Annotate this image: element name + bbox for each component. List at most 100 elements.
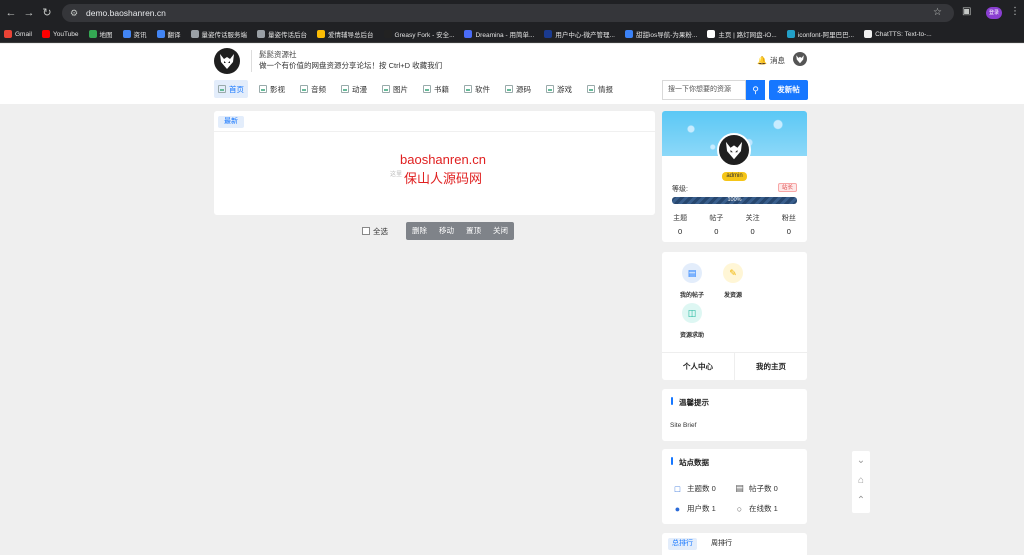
bookmark-label: Gmail <box>15 30 32 38</box>
post-resource-action[interactable]: ✎ 发资源 <box>713 263 753 299</box>
bookmark-item[interactable]: 甜甜ios导航-为果粉... <box>624 29 697 39</box>
section-accent-bar <box>671 397 673 405</box>
bookmark-favicon-icon <box>707 30 716 38</box>
batch-button-group: 删除 移动 置顶 关闭 <box>406 222 514 240</box>
bookmark-label: ChatTTS: Text-to-... <box>875 30 932 38</box>
user-avatar[interactable] <box>793 52 807 66</box>
bookmark-item[interactable]: 资讯 <box>122 29 147 39</box>
bookmark-item[interactable]: Gmail <box>4 30 32 38</box>
back-icon[interactable]: ← <box>4 6 18 20</box>
tips-title: 温馨提示 <box>679 398 709 407</box>
nav-item[interactable]: 首页 <box>214 80 248 98</box>
nav-item[interactable]: 影视 <box>255 80 289 98</box>
bookmark-favicon-icon <box>864 30 873 38</box>
level-label: 等级: <box>672 186 688 193</box>
delete-button[interactable]: 删除 <box>406 222 433 240</box>
person-outline-icon: ○ <box>736 503 743 514</box>
new-post-button[interactable]: 发新帖 <box>769 80 808 100</box>
username-badge: admin <box>722 172 747 181</box>
resource-request-label: 资源求助 <box>679 333 704 339</box>
profile-card: admin 等级: 站长 100% 主题 0 帖子 0 关注 0 粉丝 0 <box>662 111 807 242</box>
messages-label: 消息 <box>769 56 785 65</box>
bookmark-item[interactable]: ChatTTS: Text-to-... <box>864 30 932 38</box>
nav-item[interactable]: 软件 <box>460 80 494 98</box>
tab-latest[interactable]: 最新 <box>218 116 244 128</box>
personal-center-link[interactable]: 个人中心 <box>662 361 734 372</box>
extensions-icon[interactable]: ▣ <box>962 6 974 18</box>
messages-link[interactable]: 🔔 消息 <box>757 55 785 66</box>
bookmark-item[interactable]: iconfont-阿里巴巴... <box>786 29 855 39</box>
nav-item[interactable]: 音频 <box>296 80 330 98</box>
forward-icon[interactable]: → <box>22 6 36 20</box>
broken-image-icon <box>218 85 226 93</box>
stat-followers[interactable]: 粉丝 0 <box>771 213 807 236</box>
bookmark-favicon-icon <box>257 30 266 38</box>
stat-value: 0 <box>750 227 755 236</box>
bookmark-label: iconfont-阿里巴巴... <box>797 32 855 39</box>
bookmark-favicon-icon <box>786 30 795 38</box>
tab-total-ranking[interactable]: 总排行 <box>668 538 697 550</box>
my-home-link[interactable]: 我的主页 <box>735 361 807 372</box>
tab-week-ranking[interactable]: 周排行 <box>707 538 736 550</box>
site-logo[interactable] <box>214 48 240 74</box>
stat-topics[interactable]: 主题 0 <box>662 213 698 236</box>
pin-button[interactable]: 置顶 <box>460 222 487 240</box>
select-all-checkbox[interactable] <box>362 227 370 235</box>
nav-item[interactable]: 情报 <box>583 80 617 98</box>
bookmark-item[interactable]: 地图 <box>88 29 113 39</box>
help-chat-icon: ◫ <box>682 303 702 323</box>
close-button[interactable]: 关闭 <box>487 222 514 240</box>
move-button[interactable]: 移动 <box>433 222 460 240</box>
nav-item[interactable]: 源码 <box>501 80 535 98</box>
stat-following[interactable]: 关注 0 <box>735 213 771 236</box>
profile-stats: 主题 0 帖子 0 关注 0 粉丝 0 <box>662 213 807 236</box>
bell-icon: 🔔 <box>757 56 767 65</box>
search-button[interactable]: ⚲ <box>746 80 765 100</box>
nav-label: 情报 <box>598 84 613 94</box>
bookmark-favicon-icon <box>156 30 165 38</box>
search-input[interactable]: 搜一下你想要的资源 <box>662 80 746 100</box>
stat-label: 主题 <box>673 215 688 222</box>
url-text[interactable]: demo.baoshanren.cn <box>86 8 166 18</box>
bookmark-item[interactable]: 主页 | 路灯网盘-iO... <box>707 29 777 39</box>
nav-item[interactable]: 游戏 <box>542 80 576 98</box>
home-icon[interactable]: ⌂ <box>852 471 870 491</box>
bookmark-item[interactable]: 量姿传话后台 <box>257 29 307 39</box>
my-posts-label: 我的帖子 <box>679 293 704 299</box>
bookmark-item[interactable]: Dreamina - 用简单... <box>464 29 534 39</box>
stat-label: 粉丝 <box>781 215 796 222</box>
users-label: 用户数 <box>687 504 710 513</box>
bookmark-item[interactable]: Greasy Fork - 安全... <box>383 29 454 39</box>
my-posts-action[interactable]: ▤ 我的帖子 <box>672 263 712 299</box>
nav-label: 首页 <box>229 84 244 94</box>
profile-button[interactable]: 登录 <box>986 7 1002 19</box>
site-data-title: 站点数据 <box>679 458 709 467</box>
floating-toolbar: ⌄ ⌂ ⌃ <box>852 451 870 513</box>
topics-count: □ 主题数 0 <box>672 483 716 494</box>
nav-item[interactable]: 书籍 <box>419 80 453 98</box>
reload-icon[interactable]: ↻ <box>40 6 54 20</box>
bookmark-item[interactable]: 量姿传话服务端 <box>190 29 247 39</box>
site-data-card: 站点数据 □ 主题数 0 ▤ 帖子数 0 ● 用户数 1 ○ 在线数 1 <box>662 449 807 524</box>
browser-menu-icon[interactable]: ⋮ <box>1010 5 1020 19</box>
chevron-down-icon[interactable]: ⌄ <box>852 451 870 471</box>
select-all-label[interactable]: 全选 <box>373 226 388 237</box>
bookmark-item[interactable]: 用户中心-微产管理... <box>544 29 615 39</box>
bookmark-item[interactable]: 翻译 <box>156 29 181 39</box>
edit-icon: ✎ <box>723 263 743 283</box>
stat-posts[interactable]: 帖子 0 <box>698 213 734 236</box>
nav-item[interactable]: 动漫 <box>337 80 371 98</box>
address-bar[interactable]: ⚙ demo.baoshanren.cn ☆ <box>62 4 954 22</box>
site-settings-icon[interactable]: ⚙ <box>68 7 80 19</box>
resource-request-action[interactable]: ◫ 资源求助 <box>672 303 712 339</box>
profile-avatar[interactable] <box>717 133 751 167</box>
chevron-up-icon[interactable]: ⌃ <box>852 491 870 511</box>
nav-item[interactable]: 图片 <box>378 80 412 98</box>
topics-label: 主题数 <box>687 484 710 493</box>
progress-text: 100% <box>727 197 742 203</box>
broken-image-icon <box>505 85 513 93</box>
bookmark-favicon-icon <box>544 30 553 38</box>
bookmark-item[interactable]: YouTube <box>41 30 79 38</box>
bookmark-item[interactable]: 爱情辅导总后台 <box>317 29 374 39</box>
bookmark-star-icon[interactable]: ☆ <box>933 7 942 18</box>
